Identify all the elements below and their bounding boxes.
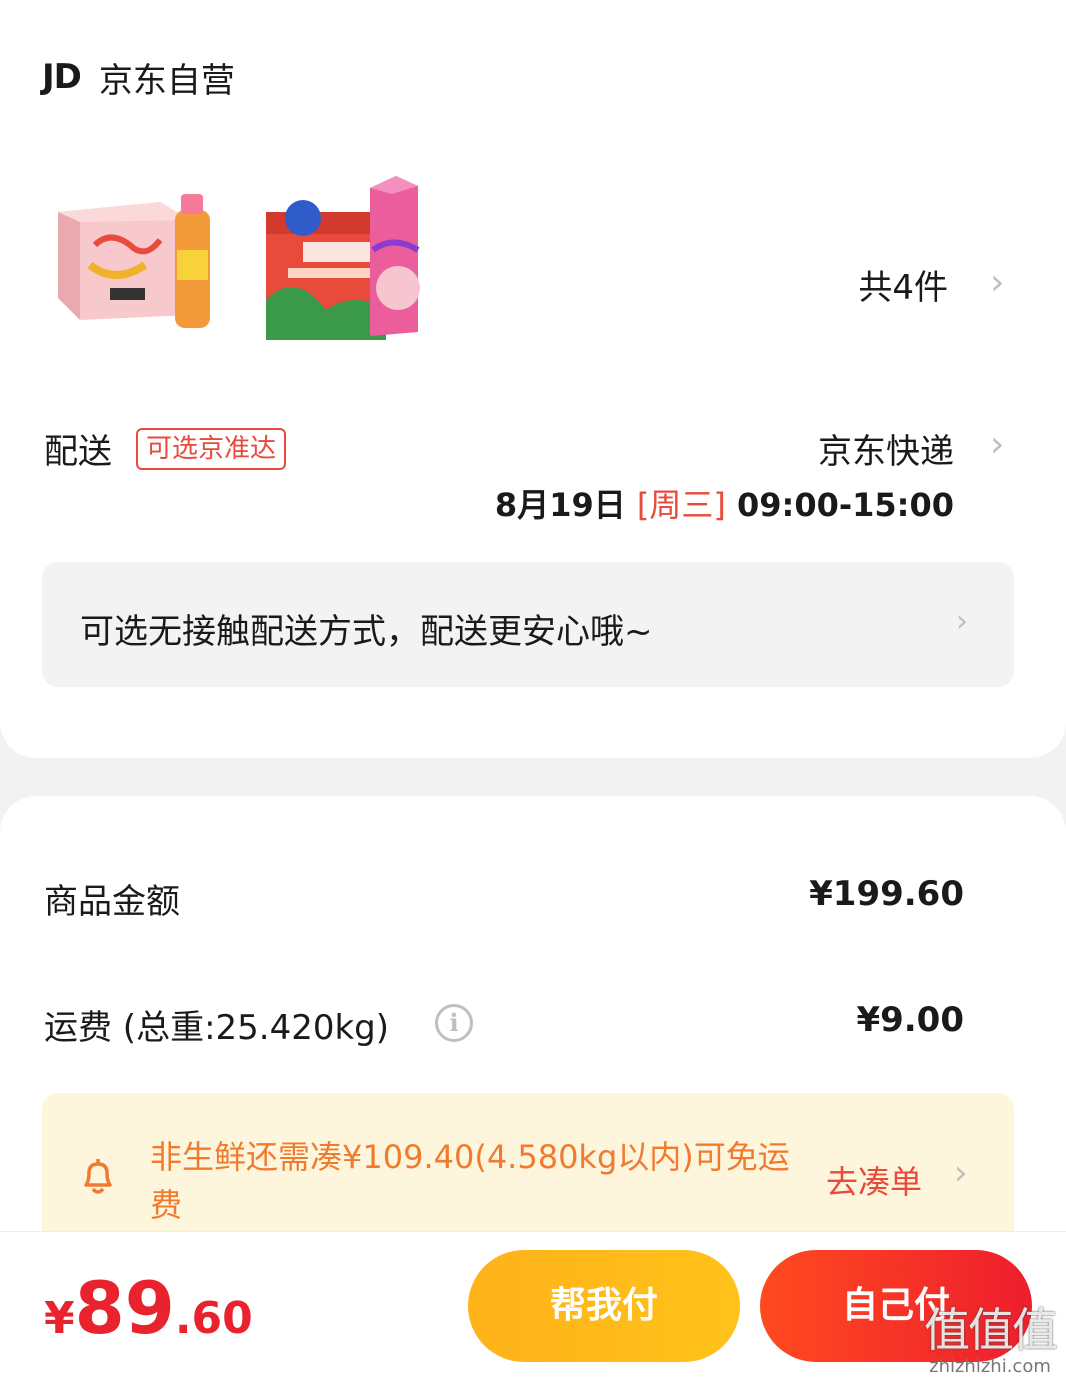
watermark-logo: 值值值 xyxy=(924,1303,1058,1357)
carrier-name[interactable]: 京东快递 xyxy=(818,424,954,473)
chevron-right-icon[interactable]: › xyxy=(990,424,1004,465)
bottom-bar: ¥89.60 帮我付 自己付 xyxy=(0,1231,1066,1380)
chevron-right-icon[interactable]: › xyxy=(990,262,1004,303)
contactless-text: 可选无接触配送方式，配送更安心哦~ xyxy=(80,612,653,652)
help-pay-button[interactable]: 帮我付 xyxy=(468,1250,740,1362)
price-decimal: .60 xyxy=(174,1293,253,1344)
price-currency: ¥ xyxy=(44,1293,75,1344)
delivery-label: 配送 xyxy=(44,432,112,472)
delivery-time[interactable]: 8月19日 [周三] 09:00-15:00 xyxy=(495,480,954,526)
free-shipping-notice: 非生鲜还需凑¥109.40(4.580kg以内)可免运费 去凑单 › xyxy=(42,1093,1014,1243)
delivery-date: 8月19日 xyxy=(494,486,626,524)
goods-amount-value: ¥199.60 xyxy=(809,874,964,914)
bell-icon xyxy=(84,1159,112,1194)
goods-amount-label: 商品金额 xyxy=(44,882,180,922)
item-count[interactable]: 共4件 xyxy=(858,260,948,309)
contactless-delivery-option[interactable]: 可选无接触配送方式，配送更安心哦~ › xyxy=(42,562,1014,687)
chevron-right-icon: › xyxy=(956,604,968,639)
shipping-value: ¥9.00 xyxy=(856,1000,964,1040)
order-card: JD 京东自营 共4件 › 配送 可选京准达 京东快递 › 8月19日 [周三]… xyxy=(0,0,1066,758)
total-price: ¥89.60 xyxy=(44,1266,253,1350)
shipping-label: 运费 (总重:25.420kg) xyxy=(44,1008,390,1048)
delivery-window: 09:00-15:00 xyxy=(737,486,954,524)
product-image-peach-juice[interactable] xyxy=(40,180,230,330)
add-items-link[interactable]: 去凑单 xyxy=(826,1157,922,1203)
shop-header: JD 京东自营 xyxy=(42,52,235,102)
notice-text: 非生鲜还需凑¥109.40(4.580kg以内)可免运费 xyxy=(150,1138,790,1224)
price-integer: 89 xyxy=(74,1266,175,1350)
shop-name: 京东自营 xyxy=(98,60,235,101)
chevron-right-icon[interactable]: › xyxy=(954,1153,968,1193)
delivery-weekday: [周三] xyxy=(636,486,726,524)
jingzhunda-tag[interactable]: 可选京准达 xyxy=(136,428,287,470)
watermark-url: zhizhizhi.com xyxy=(929,1356,1051,1377)
jd-logo: JD xyxy=(42,57,82,97)
watermark: 值值值 zhizhizhi.com xyxy=(924,1294,1058,1377)
product-image-sagekey-juice[interactable] xyxy=(258,170,458,340)
info-icon[interactable]: i xyxy=(435,1004,473,1042)
